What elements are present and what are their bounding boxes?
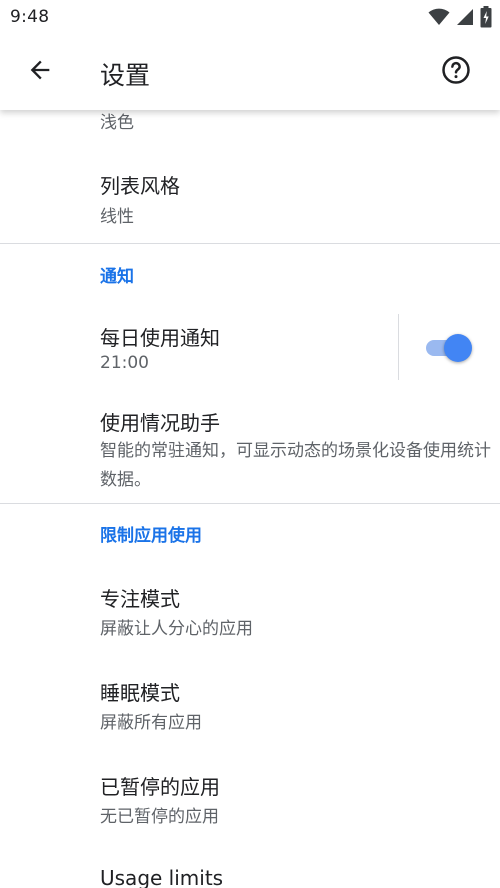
pref-paused-apps[interactable]: 已暂停的应用 无已暂停的应用 xyxy=(0,755,500,843)
pref-paused-apps-summary: 无已暂停的应用 xyxy=(100,807,219,827)
pref-usage-limits-title: Usage limits xyxy=(100,866,224,888)
pref-usage-limits[interactable]: Usage limits xyxy=(0,852,500,888)
pref-paused-apps-title: 已暂停的应用 xyxy=(100,775,220,799)
arrow-back-icon xyxy=(26,56,54,88)
app-bar: 设置 xyxy=(0,36,500,110)
pref-list-style[interactable]: 列表风格 线性 xyxy=(0,150,500,242)
pref-list-style-summary: 线性 xyxy=(100,207,134,227)
pref-daily-notification-title: 每日使用通知 xyxy=(100,326,220,350)
wifi-icon xyxy=(428,8,450,26)
category-restrict-apps: 限制应用使用 xyxy=(100,526,202,546)
pref-usage-assistant-title: 使用情况助手 xyxy=(100,411,220,435)
status-icons xyxy=(428,6,492,28)
daily-notification-switch[interactable] xyxy=(424,331,476,365)
help-button[interactable] xyxy=(436,52,476,92)
pref-theme-summary: 浅色 xyxy=(100,113,134,133)
settings-list[interactable]: 主题 浅色 列表风格 线性 通知 每日使用通知 21:00 使用情况助手 智能的… xyxy=(0,0,500,888)
help-icon xyxy=(441,55,471,89)
pref-daily-notification-summary: 21:00 xyxy=(100,353,149,373)
pref-sleep-mode[interactable]: 睡眠模式 屏蔽所有应用 xyxy=(0,660,500,748)
pref-usage-assistant-summary: 智能的常驻通知，可显示动态的场景化设备使用统计数据。 xyxy=(100,441,491,490)
divider xyxy=(0,243,500,244)
status-time: 9:48 xyxy=(10,7,50,27)
switch-thumb xyxy=(444,334,472,362)
status-bar: 9:48 xyxy=(0,0,500,36)
signal-icon xyxy=(456,8,474,26)
pref-focus-mode-summary: 屏蔽让人分心的应用 xyxy=(100,619,253,639)
back-button[interactable] xyxy=(18,50,62,94)
divider xyxy=(0,503,500,504)
category-notifications: 通知 xyxy=(100,267,134,287)
settings-screen: 主题 浅色 列表风格 线性 通知 每日使用通知 21:00 使用情况助手 智能的… xyxy=(0,0,500,888)
pref-focus-mode[interactable]: 专注模式 屏蔽让人分心的应用 xyxy=(0,565,500,653)
page-title: 设置 xyxy=(100,61,151,90)
pref-focus-mode-title: 专注模式 xyxy=(100,587,180,611)
pref-list-style-title: 列表风格 xyxy=(100,174,180,198)
pref-sleep-mode-summary: 屏蔽所有应用 xyxy=(100,713,202,733)
vertical-separator xyxy=(398,314,399,380)
pref-sleep-mode-title: 睡眠模式 xyxy=(100,681,180,705)
pref-usage-assistant[interactable]: 使用情况助手 智能的常驻通知，可显示动态的场景化设备使用统计数据。 xyxy=(0,395,500,500)
battery-icon xyxy=(480,6,492,28)
